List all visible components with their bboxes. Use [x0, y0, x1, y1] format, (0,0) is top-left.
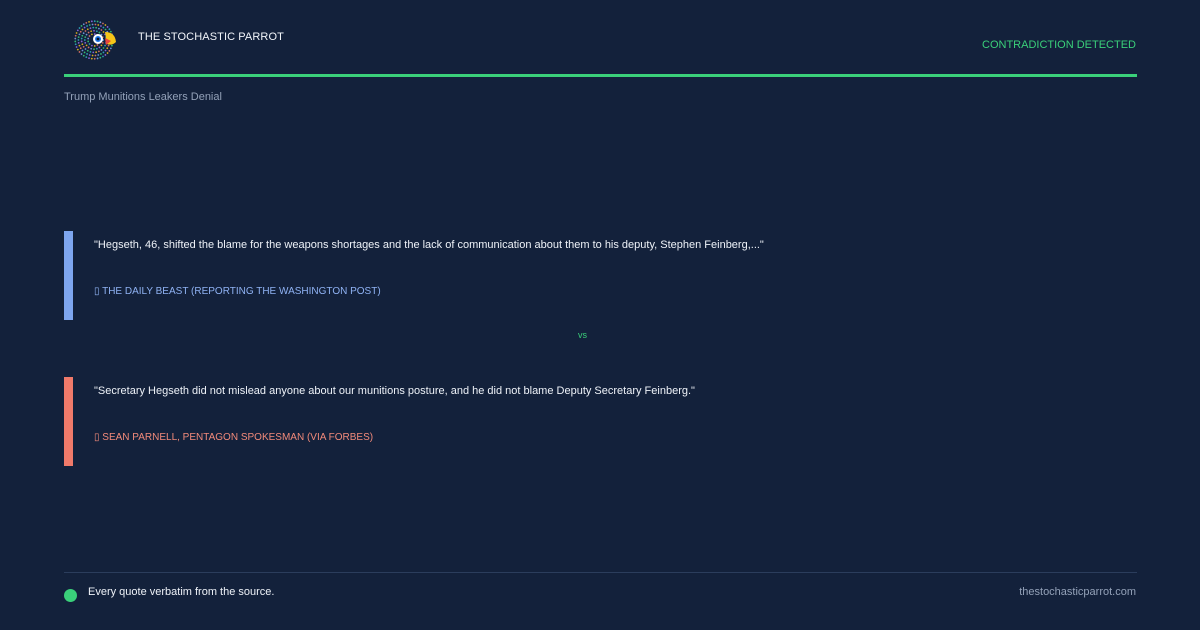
quote-block-1: "Hegseth, 46, shifted the blame for the … — [64, 231, 1137, 320]
status-dot-icon — [64, 589, 77, 602]
quote-accent-bar — [64, 377, 73, 466]
quote-block-2: "Secretary Hegseth did not mislead anyon… — [64, 377, 1137, 466]
quote-accent-bar — [64, 231, 73, 320]
quote-attribution: ▯ THE DAILY BEAST (REPORTING THE WASHING… — [94, 286, 381, 297]
quote-attribution: ▯ SEAN PARNELL, PENTAGON SPOKESMAN (VIA … — [94, 432, 374, 443]
contradiction-card: THE STOCHASTIC PARROT CONTRADICTION DETE… — [0, 0, 1200, 630]
brand-name: THE STOCHASTIC PARROT — [138, 31, 284, 43]
quote-text: "Hegseth, 46, shifted the blame for the … — [94, 239, 764, 251]
topic-title: Trump Munitions Leakers Denial — [64, 91, 222, 103]
footer-note: Every quote verbatim from the source. — [88, 586, 275, 598]
vs-divider: vs — [578, 330, 587, 340]
status-label: CONTRADICTION DETECTED — [982, 39, 1136, 51]
site-link[interactable]: thestochasticparrot.com — [1019, 586, 1136, 598]
quote-text: "Secretary Hegseth did not mislead anyon… — [94, 385, 695, 397]
parrot-logo-icon — [74, 20, 116, 60]
header-divider — [64, 74, 1137, 77]
footer-divider — [64, 572, 1137, 573]
